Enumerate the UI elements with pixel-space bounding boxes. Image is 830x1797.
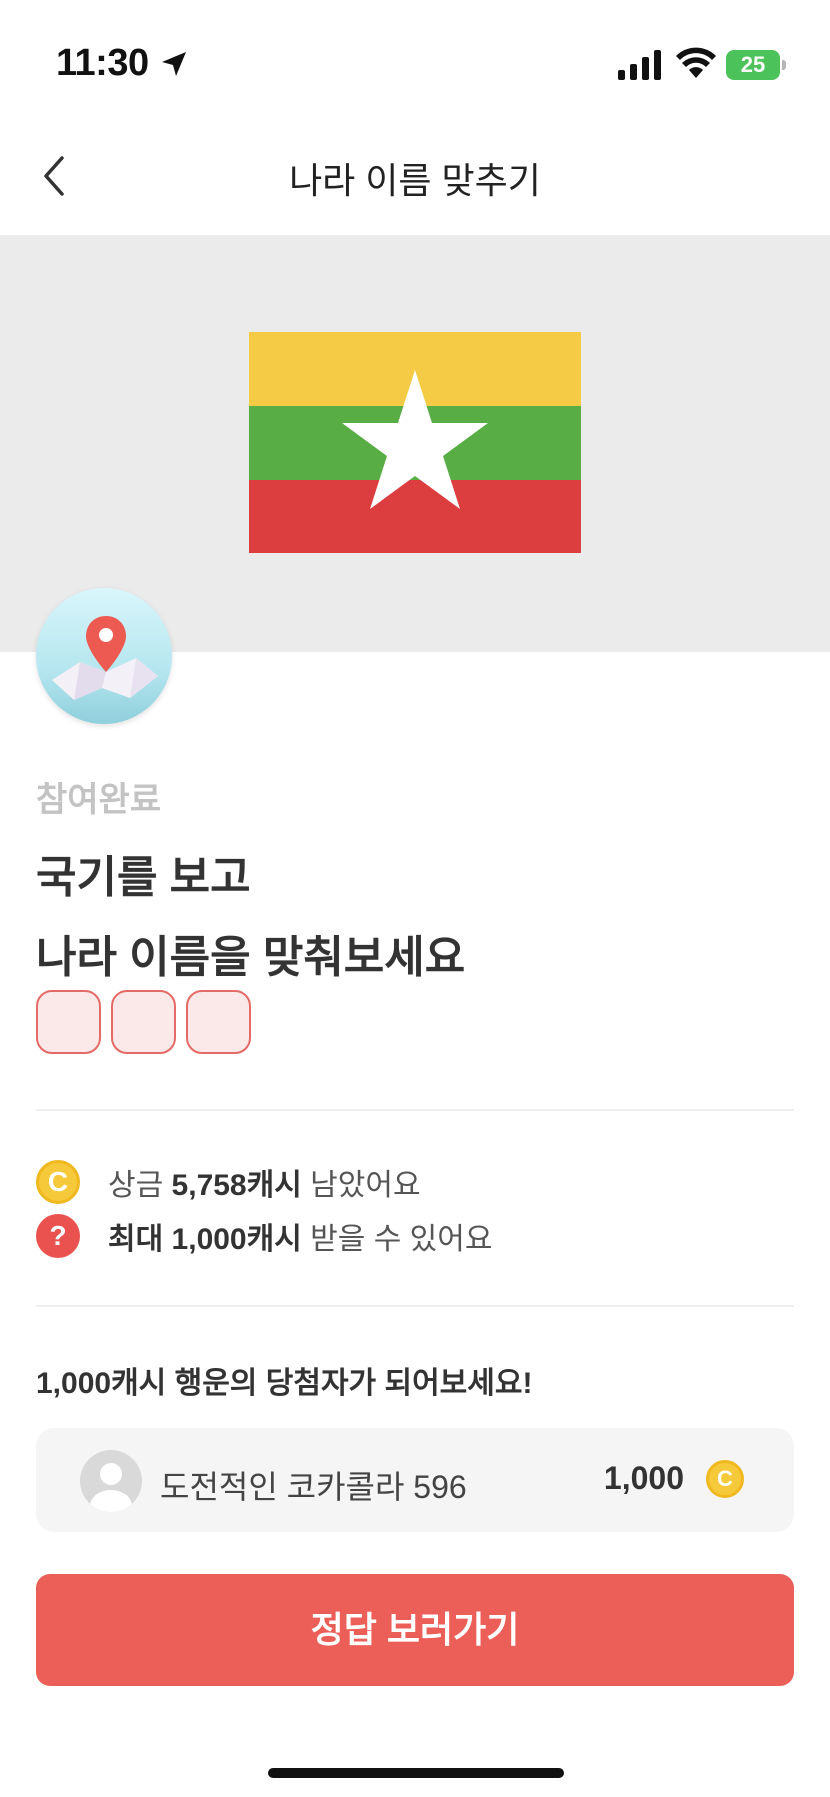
divider xyxy=(36,1305,794,1307)
home-indicator xyxy=(268,1768,564,1778)
question-mark-icon: ? xyxy=(36,1214,80,1258)
view-answer-button[interactable]: 정답 보러가기 xyxy=(36,1574,794,1686)
user-avatar-icon xyxy=(80,1450,142,1512)
winner-name: 도전적인 코카콜라 596 xyxy=(160,1469,467,1505)
answer-slot xyxy=(111,990,176,1054)
winner-card: 도전적인 코카콜라 596 1,000 C xyxy=(36,1428,794,1532)
prize-remaining-text: 상금 5,758캐시 남았어요 xyxy=(108,1169,421,1202)
answer-slot xyxy=(36,990,101,1054)
battery-level: 25 xyxy=(740,52,766,77)
status-bar: 11:30 25 xyxy=(0,0,830,120)
cellular-signal-icon xyxy=(618,50,661,80)
question-line-2: 나라 이름을 맞춰보세요 xyxy=(36,933,466,982)
map-pin-avatar xyxy=(36,588,172,724)
flag-display-area xyxy=(0,235,830,652)
coin-icon: C xyxy=(706,1460,744,1498)
winner-amount: 1,000 xyxy=(603,1460,684,1496)
prize-remaining-row: C 상금 5,758캐시 남았어요 xyxy=(36,1158,421,1206)
location-arrow-icon xyxy=(162,52,186,76)
question-line-1: 국기를 보고 xyxy=(36,853,251,902)
lucky-winner-title: 1,000캐시 행운의 당첨자가 되어보세요! xyxy=(36,1367,533,1400)
participation-status: 참여완료 xyxy=(36,781,162,819)
max-reward-row: ? 최대 1,000캐시 받을 수 있어요 xyxy=(36,1212,492,1260)
coin-icon: C xyxy=(36,1160,80,1204)
max-reward-text: 최대 1,000캐시 받을 수 있어요 xyxy=(108,1223,493,1256)
divider xyxy=(36,1109,794,1111)
nav-bar: 나라 이름 맞추기 xyxy=(0,120,830,235)
battery-icon: 25 xyxy=(726,50,786,80)
map-pin-icon xyxy=(52,616,158,700)
status-time: 11:30 xyxy=(56,42,149,84)
wifi-icon xyxy=(676,47,716,78)
country-flag xyxy=(249,332,581,553)
answer-slots xyxy=(36,990,251,1054)
quiz-question: 국기를 보고 나라 이름을 맞춰보세요 xyxy=(36,838,465,998)
page-title: 나라 이름 맞추기 xyxy=(289,160,541,201)
answer-slot xyxy=(186,990,251,1054)
